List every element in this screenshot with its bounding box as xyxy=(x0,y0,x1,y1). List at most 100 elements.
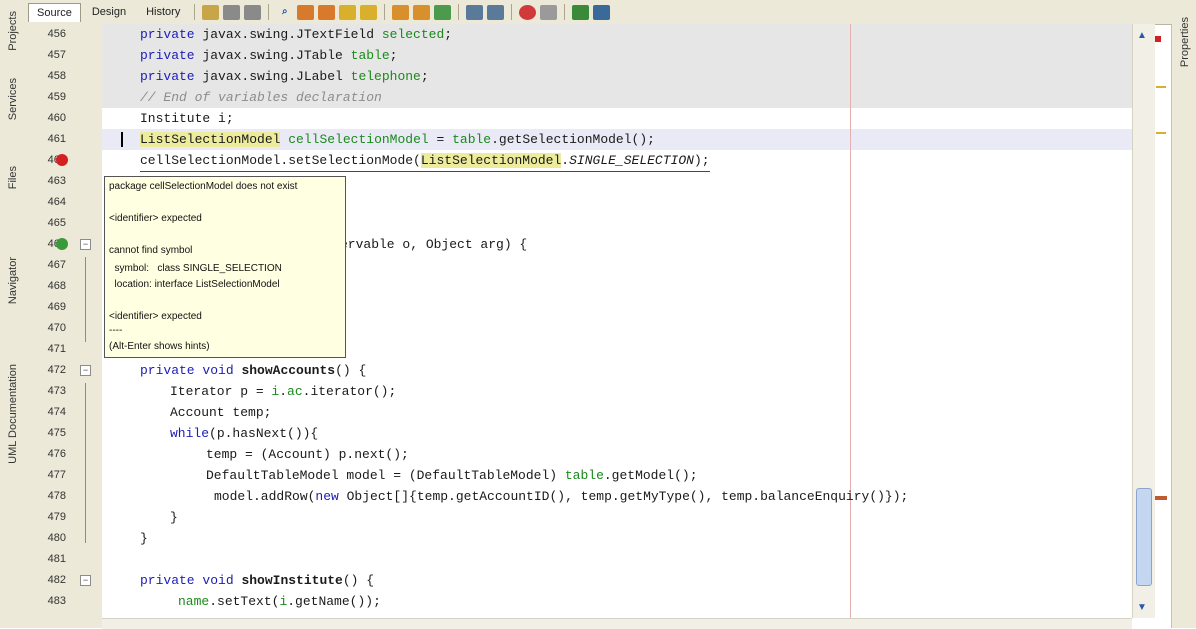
line-number: 483 xyxy=(47,595,66,607)
next-bookmark-icon[interactable] xyxy=(413,4,431,20)
code-text[interactable]: Institute i; xyxy=(140,108,234,129)
code-text[interactable]: private javax.swing.JTextField selected; xyxy=(140,24,452,45)
scroll-thumb[interactable] xyxy=(1136,488,1152,586)
code-text[interactable]: Account temp; xyxy=(170,402,271,423)
code-text[interactable]: while(p.hasNext()){ xyxy=(170,423,318,444)
code-text[interactable]: temp = (Account) p.next(); xyxy=(206,444,409,465)
line-number: 474 xyxy=(47,406,66,418)
history-tab[interactable]: History xyxy=(137,2,189,22)
code-line: 458 private javax.swing.JLabel telephone… xyxy=(0,66,1132,87)
shift-left-icon[interactable] xyxy=(466,4,484,20)
line-number: 470 xyxy=(47,322,66,334)
line-number: 464 xyxy=(47,196,66,208)
implements-method-icon[interactable] xyxy=(56,238,68,250)
code-line: 476 temp = (Account) p.next(); xyxy=(0,444,1132,465)
code-text[interactable]: private javax.swing.JTable table; xyxy=(140,45,397,66)
tooltip-line: (Alt-Enter shows hints) xyxy=(109,341,210,352)
back-icon[interactable] xyxy=(223,4,241,20)
tooltip-line: location: interface ListSelectionModel xyxy=(109,279,280,290)
previous-bookmark-icon[interactable] xyxy=(392,4,410,20)
scroll-up-icon[interactable]: ▲ xyxy=(1137,30,1149,41)
code-line: 475 while(p.hasNext()){ xyxy=(0,423,1132,444)
tooltip-line: <identifier> expected xyxy=(109,311,202,322)
line-number: 472 xyxy=(47,364,66,376)
code-text[interactable]: DefaultTableModel model = (DefaultTableM… xyxy=(206,465,698,486)
code-text[interactable]: cellSelectionModel.setSelectionMode(List… xyxy=(140,150,710,172)
toggle-bookmark-icon[interactable] xyxy=(434,4,452,20)
error-stripe-marker[interactable] xyxy=(1155,36,1161,42)
find-previous-icon[interactable] xyxy=(297,4,315,20)
tooltip-line: package cellSelectionModel does not exis… xyxy=(109,181,298,192)
forward-icon[interactable] xyxy=(244,4,262,20)
start-macro-icon[interactable] xyxy=(519,4,537,20)
code-line: 477 DefaultTableModel model = (DefaultTa… xyxy=(0,465,1132,486)
properties-tab[interactable]: Properties xyxy=(1175,4,1195,80)
line-number: 456 xyxy=(47,28,66,40)
code-text[interactable]: } xyxy=(170,507,178,528)
code-text[interactable]: private void showInstitute() { xyxy=(140,570,374,591)
editor-toolbar: Source Design History ⌕ xyxy=(26,0,1172,25)
code-line: 472 − private void showAccounts() { xyxy=(0,360,1132,381)
error-stripe-marker[interactable] xyxy=(1155,496,1167,500)
toolbar-separator xyxy=(511,4,513,20)
line-number: 479 xyxy=(47,511,66,523)
line-number: 467 xyxy=(47,259,66,271)
code-line: 460 Institute i; xyxy=(0,108,1132,129)
line-number: 471 xyxy=(47,343,66,355)
fold-guide xyxy=(85,383,86,543)
code-text[interactable]: model.addRow(new Object[]{temp.getAccoun… xyxy=(214,486,908,507)
code-line: 478 model.addRow(new Object[]{temp.getAc… xyxy=(0,486,1132,507)
line-number: 476 xyxy=(47,448,66,460)
code-text[interactable]: private void showAccounts() { xyxy=(140,360,366,381)
tooltip-line: cannot find symbol xyxy=(109,245,193,256)
uncomment-icon[interactable] xyxy=(593,4,611,20)
vertical-scrollbar[interactable]: ▲ ▼ xyxy=(1132,24,1155,618)
line-number: 458 xyxy=(47,70,66,82)
scroll-down-icon[interactable]: ▼ xyxy=(1137,602,1149,613)
code-line: 462 cellSelectionModel.setSelectionMode(… xyxy=(0,150,1132,172)
toolbar-separator xyxy=(564,4,566,20)
line-number: 481 xyxy=(47,553,66,565)
right-side-panel: Properties xyxy=(1171,0,1196,628)
comment-icon[interactable] xyxy=(572,4,590,20)
line-number: 460 xyxy=(47,112,66,124)
horizontal-scrollbar[interactable] xyxy=(102,618,1132,629)
last-edit-icon[interactable] xyxy=(202,4,220,20)
design-tab[interactable]: Design xyxy=(83,2,135,22)
line-number: 480 xyxy=(47,532,66,544)
warning-stripe-marker[interactable] xyxy=(1156,86,1166,88)
error-tooltip: package cellSelectionModel does not exis… xyxy=(104,176,346,358)
stop-macro-icon[interactable] xyxy=(540,4,558,20)
find-next-icon[interactable] xyxy=(318,4,336,20)
source-tab[interactable]: Source xyxy=(28,2,81,22)
fold-toggle[interactable]: − xyxy=(80,575,91,586)
error-icon[interactable] xyxy=(56,154,68,166)
find-icon[interactable]: ⌕ xyxy=(276,5,293,20)
code-text[interactable]: name.setText(i.getName()); xyxy=(178,591,381,612)
code-line: 457 private javax.swing.JTable table; xyxy=(0,45,1132,66)
warning-stripe-marker[interactable] xyxy=(1156,132,1166,134)
code-line: 473 Iterator p = i.ac.iterator(); xyxy=(0,381,1132,402)
line-number: 473 xyxy=(47,385,66,397)
line-number: 482 xyxy=(47,574,66,586)
line-number: 465 xyxy=(47,217,66,229)
code-text[interactable]: // End of variables declaration xyxy=(140,87,382,108)
code-text[interactable]: ListSelectionModel cellSelectionModel = … xyxy=(140,129,655,150)
code-line: 483 name.setText(i.getName()); xyxy=(0,591,1132,612)
toggle-search-icon[interactable] xyxy=(360,4,378,20)
code-text[interactable]: private javax.swing.JLabel telephone; xyxy=(140,66,429,87)
code-line: 480 } xyxy=(0,528,1132,549)
code-text[interactable]: Iterator p = i.ac.iterator(); xyxy=(170,381,396,402)
toggle-highlight-icon[interactable] xyxy=(339,4,357,20)
fold-guide xyxy=(85,257,86,342)
shift-right-icon[interactable] xyxy=(487,4,505,20)
line-number: 457 xyxy=(47,49,66,61)
code-line: 456 private javax.swing.JTextField selec… xyxy=(0,24,1132,45)
code-text[interactable]: } xyxy=(140,528,148,549)
fold-toggle[interactable]: − xyxy=(80,239,91,250)
tooltip-line: ---- xyxy=(109,325,123,336)
fold-toggle[interactable]: − xyxy=(80,365,91,376)
text-cursor xyxy=(121,132,123,147)
line-number: 469 xyxy=(47,301,66,313)
code-text[interactable]: ervable o, Object arg) { xyxy=(340,234,527,255)
